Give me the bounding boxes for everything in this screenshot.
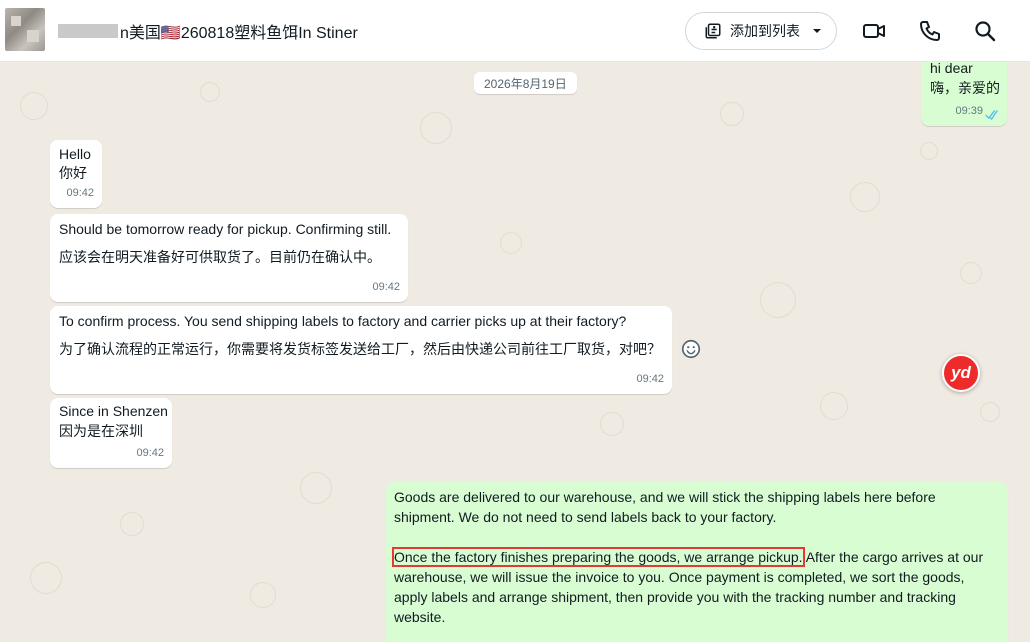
message-text: apply labels and arrange shipment, then … xyxy=(394,589,956,605)
video-call-icon[interactable] xyxy=(862,19,886,43)
message-time: 09:42 xyxy=(636,373,664,385)
highlighted-text: Once the factory finishes preparing the … xyxy=(392,547,805,567)
message-time: 09:39 xyxy=(955,105,983,117)
message-text: 应该会在明天准备好可供取货了。目前仍在确认中。 xyxy=(59,249,381,265)
phone-icon[interactable] xyxy=(918,19,942,43)
add-to-list-label: 添加到列表 xyxy=(730,23,800,39)
message-time: 09:42 xyxy=(136,447,164,459)
avatar[interactable] xyxy=(5,8,45,51)
outgoing-message[interactable]: Goods are delivered to our warehouse, an… xyxy=(386,482,1008,642)
incoming-message[interactable]: Hello 你好 09:42 xyxy=(50,140,102,208)
redacted-name xyxy=(58,24,118,38)
yd-translate-badge[interactable]: yd xyxy=(942,354,980,392)
message-text: 为了确认流程的正常运行，你需要将发货标签发送给工厂，然后由快递公司前往工厂取货，… xyxy=(59,341,661,357)
read-ticks-icon xyxy=(985,110,998,120)
message-time: 09:42 xyxy=(372,281,400,293)
message-text: shipment. We do not need to send labels … xyxy=(394,509,777,525)
message-text: 嗨，亲爱的 xyxy=(930,80,1000,96)
message-text: Since in Shenzen xyxy=(59,403,168,419)
search-icon[interactable] xyxy=(973,19,997,43)
date-chip: 2026年8月19日 xyxy=(474,72,577,94)
message-text: Hello xyxy=(59,146,91,162)
incoming-message[interactable]: To confirm process. You send shipping la… xyxy=(50,306,672,394)
chat-header: n美国🇺🇸260818塑料鱼饵In Stiner 添加到列表 xyxy=(0,0,1030,62)
chat-title: n美国🇺🇸260818塑料鱼饵In Stiner xyxy=(120,25,358,42)
emoji-reaction-icon[interactable] xyxy=(680,338,702,360)
message-text: Should be tomorrow ready for pickup. Con… xyxy=(59,221,392,237)
chat-title-area[interactable]: n美国🇺🇸260818塑料鱼饵In Stiner xyxy=(58,20,358,42)
chevron-down-icon xyxy=(813,29,821,33)
message-text: warehouse, we will issue the invoice to … xyxy=(394,569,965,585)
message-text: Goods are delivered to our warehouse, an… xyxy=(394,489,936,505)
message-time: 09:42 xyxy=(66,187,94,199)
message-text: To confirm process. You send shipping la… xyxy=(59,313,627,329)
incoming-message[interactable]: Should be tomorrow ready for pickup. Con… xyxy=(50,214,408,302)
add-to-list-icon xyxy=(705,23,721,39)
add-to-list-button[interactable]: 添加到列表 xyxy=(685,12,837,50)
message-text: 因为是在深圳 xyxy=(59,423,143,439)
message-text: website. xyxy=(394,609,446,625)
incoming-message[interactable]: Since in Shenzen 因为是在深圳 09:42 xyxy=(50,398,172,468)
message-text: 你好 xyxy=(59,165,87,181)
message-text: Once the factory finishes preparing the … xyxy=(392,547,984,567)
